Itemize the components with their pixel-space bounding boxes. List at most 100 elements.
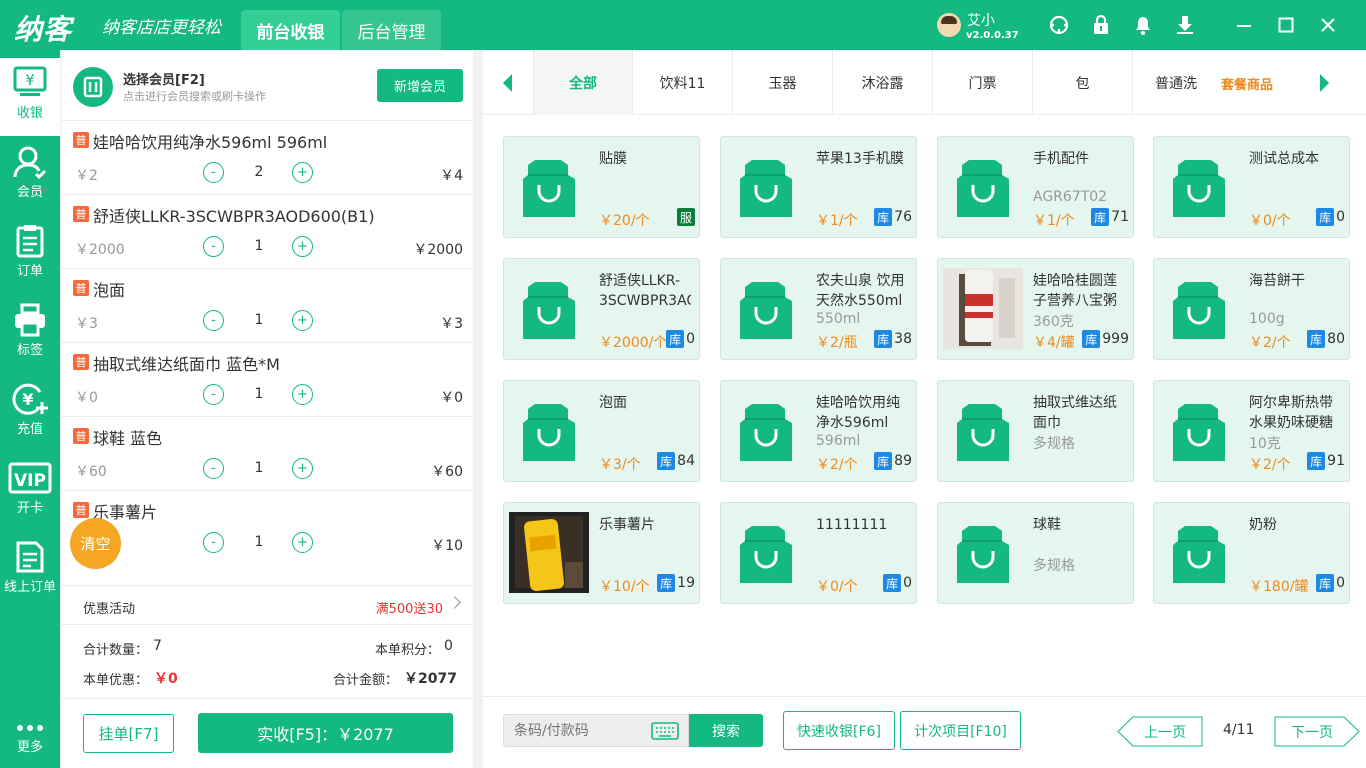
shopping-bag-icon <box>1173 160 1225 217</box>
nav-label: 开卡 <box>16 501 43 516</box>
category-tab[interactable]: 沐浴露 <box>833 50 933 115</box>
more-icon <box>17 725 43 731</box>
download-icon[interactable] <box>1173 13 1197 37</box>
product-card[interactable]: 手机配件 AGR67T02 ￥1/个库 71 <box>937 136 1134 238</box>
tab-backend-management[interactable]: 后台管理 <box>342 10 441 50</box>
add-member-button[interactable]: 新增会员 <box>377 69 463 102</box>
next-page-label: 下一页 <box>1291 724 1333 741</box>
notification-bell-icon[interactable] <box>1131 13 1155 37</box>
product-card[interactable]: 娃哈哈桂圆莲子营养八宝粥 360克 ￥4/罐库 999 <box>937 258 1134 360</box>
prev-page-button[interactable]: 上一页 <box>1117 716 1203 747</box>
qty-minus-button[interactable]: - <box>203 310 224 331</box>
category-next-icon[interactable] <box>1320 74 1329 92</box>
cart-row[interactable]: 普 抽取式维达纸面巾 蓝色*M ￥0 - 1 + ￥0 <box>62 342 473 416</box>
combo-products-tab[interactable]: 套餐商品 <box>1221 74 1273 93</box>
minimize-icon[interactable] <box>1232 13 1256 37</box>
clear-cart-button[interactable]: 清空 <box>70 518 121 569</box>
category-prev-icon[interactable] <box>503 74 512 92</box>
member-logo-icon[interactable] <box>73 67 113 107</box>
cart-item-qty[interactable]: 1 <box>244 238 274 254</box>
qty-minus-button[interactable]: - <box>203 458 224 479</box>
cart-row[interactable]: 普 球鞋 蓝色 ￥60 - 1 + ￥60 <box>62 416 473 490</box>
category-tab[interactable]: 门票 <box>933 50 1033 115</box>
product-price: ￥0/个 <box>816 579 858 595</box>
qty-minus-button[interactable]: - <box>203 236 224 257</box>
category-tab[interactable]: 玉器 <box>733 50 833 115</box>
next-page-button[interactable]: 下一页 <box>1274 716 1360 747</box>
qty-plus-button[interactable]: + <box>292 236 313 257</box>
cart-item-qty[interactable]: 1 <box>244 386 274 402</box>
avatar[interactable] <box>937 13 961 37</box>
product-card[interactable]: 抽取式维达纸面巾 多规格 <box>937 380 1134 482</box>
qty-minus-button[interactable]: - <box>203 532 224 553</box>
nav-member[interactable]: 会员 <box>0 137 60 215</box>
close-icon[interactable] <box>1316 13 1340 37</box>
checkout-button[interactable]: 实收[F5]：￥2077 <box>198 713 453 753</box>
product-card[interactable]: 11111111 ￥0/个 库 0 <box>720 502 917 604</box>
qty-plus-button[interactable]: + <box>292 162 313 183</box>
support-icon[interactable] <box>1047 13 1071 37</box>
category-tab[interactable]: 全部 <box>533 50 633 115</box>
qty-plus-button[interactable]: + <box>292 532 313 553</box>
product-card[interactable]: 苹果13手机膜 ￥1/个库 76 <box>720 136 917 238</box>
product-card[interactable]: 舒适侠LLKR-3SCWBPR3AO ￥2000/个库 0 <box>503 258 700 360</box>
cart-item-qty[interactable]: 1 <box>244 312 274 328</box>
cart-item-qty[interactable]: 1 <box>244 460 274 476</box>
product-spec: 100g <box>1249 311 1285 327</box>
product-card[interactable]: 农夫山泉 饮用天然水550ml 550ml ￥2/瓶库 38 <box>720 258 917 360</box>
product-stock: 库 76 <box>874 208 912 226</box>
page-indicator: 4/11 <box>1223 722 1255 738</box>
cart-item-qty[interactable]: 2 <box>244 164 274 180</box>
cart-panel: 选择会员[F2] 点击进行会员搜索或刷卡操作 新增会员 普 娃哈哈饮用纯净水59… <box>62 50 473 768</box>
discount-value: ￥0 <box>154 671 178 687</box>
nav-more[interactable]: 更多 <box>0 710 60 768</box>
quick-cashier-button[interactable]: 快速收银[F6] <box>783 711 895 750</box>
select-member-title[interactable]: 选择会员[F2] <box>123 69 205 88</box>
qty-plus-button[interactable]: + <box>292 384 313 405</box>
category-tab[interactable]: 饮料11 <box>633 50 733 115</box>
product-card[interactable]: 泡面 ￥3/个库 84 <box>503 380 700 482</box>
product-name: 抽取式维达纸面巾 <box>1033 395 1117 431</box>
count-items-button[interactable]: 计次项目[F10] <box>900 711 1021 750</box>
nav-orders[interactable]: 订单 <box>0 216 60 294</box>
cart-item-qty[interactable]: 1 <box>244 534 274 550</box>
cart-row[interactable]: 普 泡面 ￥3 - 1 + ￥3 <box>62 268 473 342</box>
nav-labels[interactable]: 标签 <box>0 295 60 373</box>
category-tab[interactable]: 包 <box>1033 50 1133 115</box>
maximize-icon[interactable] <box>1274 13 1298 37</box>
hang-order-button[interactable]: 挂单[F7] <box>83 714 174 753</box>
search-button[interactable]: 搜索 <box>689 714 763 747</box>
keyboard-icon[interactable] <box>651 722 679 740</box>
nav-cashier[interactable]: ¥ 收银 <box>0 58 60 136</box>
cart-row[interactable]: 普 娃哈哈饮用纯净水596ml 596ml ￥2 - 2 + ￥4 <box>62 120 473 194</box>
qty-minus-button[interactable]: - <box>203 384 224 405</box>
stock-badge: 库 <box>657 452 676 470</box>
tab-front-cashier[interactable]: 前台收银 <box>241 10 340 50</box>
prev-page-label: 上一页 <box>1144 724 1186 741</box>
product-card[interactable]: 娃哈哈饮用纯净水596ml 596ml ￥2/个库 89 <box>720 380 917 482</box>
stock-badge: 库 <box>1316 574 1335 592</box>
shopping-bag-icon <box>957 526 1009 583</box>
product-card[interactable]: 奶粉 ￥180/罐库 0 <box>1153 502 1350 604</box>
product-card[interactable]: 测试总成本 ￥0/个 库 0 <box>1153 136 1350 238</box>
nav-open-card[interactable]: VIP 开卡 <box>0 453 60 531</box>
product-card[interactable]: 贴膜 ￥20/个 服 <box>503 136 700 238</box>
qty-minus-button[interactable]: - <box>203 162 224 183</box>
qty-plus-button[interactable]: + <box>292 458 313 479</box>
product-card[interactable]: 乐事薯片 ￥10/个库 19 <box>503 502 700 604</box>
qty-plus-button[interactable]: + <box>292 310 313 331</box>
nav-online-orders[interactable]: 线上订单 <box>0 532 60 610</box>
product-card[interactable]: 阿尔卑斯热带水果奶味硬糖 10克 ￥2/个库 91 <box>1153 380 1350 482</box>
product-stock: 库0 <box>883 574 912 592</box>
cart-row[interactable]: 普 乐事薯片 - 1 + ￥10 <box>62 490 473 564</box>
user-name[interactable]: 艾小 <box>967 10 995 30</box>
top-bar: 纳客 纳客店店更轻松 前台收银 后台管理 艾小 v2.0.0.37 <box>0 0 1366 50</box>
promotion-row[interactable]: 优惠活动 满500送30 <box>62 585 473 625</box>
nav-recharge[interactable]: ¥ 充值 <box>0 374 60 452</box>
product-card[interactable]: 海苔餅干 100g ￥2/个库 80 <box>1153 258 1350 360</box>
cart-row[interactable]: 普 舒适侠LLKR-3SCWBPR3AOD600(B1) ￥2000 - 1 +… <box>62 194 473 268</box>
product-stock: 库 19 <box>657 574 695 592</box>
shopping-bag-icon <box>1173 404 1225 461</box>
product-card[interactable]: 球鞋 多规格 <box>937 502 1134 604</box>
lock-icon[interactable] <box>1089 13 1113 37</box>
